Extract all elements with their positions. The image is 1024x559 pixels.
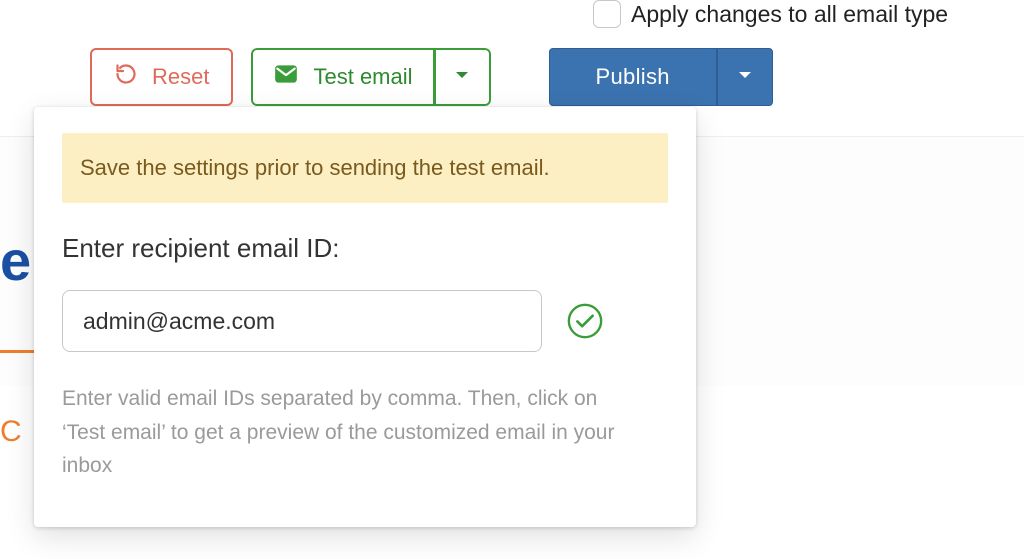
recipient-hint: Enter valid email IDs separated by comma… xyxy=(62,382,622,483)
apply-all-row: Apply changes to all email type xyxy=(593,0,948,28)
apply-all-checkbox[interactable] xyxy=(593,0,621,28)
check-circle-icon xyxy=(566,302,604,340)
recipient-field-row xyxy=(62,290,668,352)
reset-button[interactable]: Reset xyxy=(90,48,233,106)
test-email-button-label: Test email xyxy=(313,64,412,90)
recipient-email-input[interactable] xyxy=(62,290,542,352)
envelope-icon xyxy=(273,61,299,93)
publish-dropdown-toggle[interactable] xyxy=(717,48,773,106)
test-email-dropdown-toggle[interactable] xyxy=(435,48,491,106)
recipient-prompt: Enter recipient email ID: xyxy=(62,233,668,264)
background-text-fragment: C xyxy=(0,415,22,449)
test-email-popover: Save the settings prior to sending the t… xyxy=(34,107,696,527)
reset-button-label: Reset xyxy=(152,64,209,90)
publish-split-button: Publish xyxy=(549,48,773,106)
reset-icon xyxy=(114,62,138,92)
test-email-button[interactable]: Test email xyxy=(251,48,434,106)
publish-button-label: Publish xyxy=(596,64,670,90)
chevron-down-icon xyxy=(454,67,470,88)
publish-button[interactable]: Publish xyxy=(549,48,717,106)
toolbar: Reset Test email Publish xyxy=(90,48,773,106)
apply-all-label: Apply changes to all email type xyxy=(631,1,948,28)
test-email-split-button: Test email xyxy=(251,48,490,106)
chevron-down-icon xyxy=(737,67,753,88)
warning-banner: Save the settings prior to sending the t… xyxy=(62,133,668,203)
